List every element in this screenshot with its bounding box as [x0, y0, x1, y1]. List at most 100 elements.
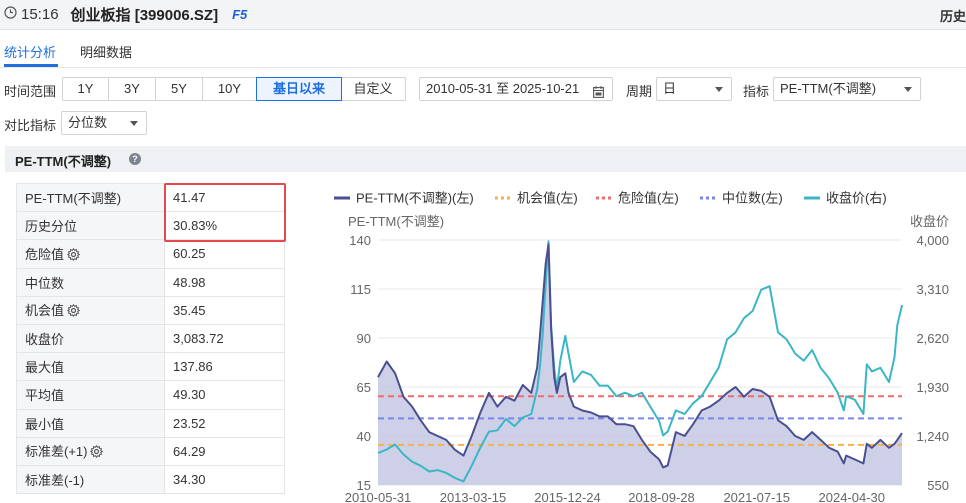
window-header: 15:16 创业板指 [399006.SZ] F5 历史: [0, 0, 966, 30]
y-axis-right-title: 收盘价: [910, 214, 949, 229]
chevron-down-icon: [715, 87, 723, 92]
range-option-3y[interactable]: 3Y: [109, 78, 156, 100]
range-option-5y[interactable]: 5Y: [156, 78, 203, 100]
y-right-tick-label: 1,240: [916, 429, 949, 444]
clock-time: 15:16: [21, 6, 59, 23]
y-right-tick-label: 550: [927, 478, 949, 493]
stat-label-text: 中位数: [25, 275, 65, 291]
x-tick-label: 2010-05-31: [345, 490, 412, 503]
stat-label-text: 收盘价: [25, 332, 65, 348]
stat-label: PE-TTM(不调整): [16, 182, 165, 213]
compare-select[interactable]: 分位数: [61, 111, 147, 135]
tab-statistics[interactable]: 统计分析: [4, 42, 56, 61]
stat-label-text: 标准差(-1): [25, 472, 85, 488]
history-button[interactable]: 历史: [940, 6, 966, 25]
stat-label: 危险值: [16, 239, 165, 269]
compare-row: 对比指标 分位数: [0, 111, 400, 135]
stats-row: 历史分位 30.83%: [16, 211, 285, 241]
stats-row: PE-TTM(不调整) 41.47: [16, 182, 285, 213]
y-left-tick-label: 40: [357, 429, 371, 444]
gear-icon[interactable]: [66, 247, 81, 264]
stat-label: 中位数: [16, 267, 165, 297]
stats-row: 平均值 49.30: [16, 380, 285, 410]
stat-label: 标准差(-1): [16, 464, 165, 495]
stat-label-text: 机会值: [25, 303, 65, 319]
stat-value: 35.45: [164, 295, 285, 325]
legend-label: 危险值(左): [618, 191, 679, 206]
page-title: 创业板指 [399006.SZ]: [70, 7, 219, 24]
y-left-tick-label: 115: [350, 282, 371, 297]
stats-table: PE-TTM(不调整) 41.47 历史分位 30.83% 危险值 60.25 中位数 48.…: [16, 182, 285, 495]
stats-row: 中位数 48.98: [16, 267, 285, 297]
stat-value: 60.25: [164, 239, 285, 269]
stat-label-text: 历史分位: [25, 219, 78, 235]
active-tab-indicator: [4, 64, 58, 67]
period-label: 周期: [626, 84, 653, 99]
stat-label-text: 最大值: [25, 360, 65, 376]
legend-label: 中位数(左): [722, 191, 783, 206]
y-right-tick-label: 1,930: [916, 380, 949, 395]
stats-row: 最小值 23.52: [16, 408, 285, 438]
range-option-1y[interactable]: 1Y: [63, 78, 109, 100]
stats-row: 收盘价 3,083.72: [16, 323, 285, 354]
compare-value: 分位数: [68, 115, 108, 130]
date-range-picker[interactable]: 2010-05-31 至 2025-10-21: [419, 77, 613, 101]
indicator-label: 指标: [743, 84, 770, 99]
legend-label: 收盘价(右): [826, 191, 887, 206]
indicator-select[interactable]: PE-TTM(不调整): [773, 77, 921, 101]
stat-value: 49.30: [164, 380, 285, 410]
stat-label-text: 危险值: [25, 246, 65, 262]
tab-bar: 统计分析 明细数据: [0, 30, 966, 68]
stat-label-text: PE-TTM(不调整): [25, 191, 122, 207]
stat-value: 64.29: [164, 436, 285, 466]
gear-icon[interactable]: [66, 304, 81, 320]
pe-line: [377, 243, 903, 469]
stat-value: 30.83%: [164, 211, 285, 241]
section-header: PE-TTM(不调整) ?: [5, 146, 966, 172]
y-left-tick-label: 140: [349, 233, 371, 248]
date-range-value: 2010-05-31 至 2025-10-21: [426, 81, 580, 96]
period-value: 日: [663, 81, 677, 96]
stat-value: 41.47: [164, 182, 285, 213]
range-option-10y[interactable]: 10Y: [203, 78, 257, 100]
stat-value: 34.30: [164, 464, 285, 495]
compare-label: 对比指标: [4, 118, 57, 133]
indicator-value: PE-TTM(不调整): [780, 81, 877, 96]
stats-row: 标准差(-1) 34.30: [16, 464, 285, 495]
x-tick-label: 2021-07-15: [723, 490, 790, 503]
stats-row: 机会值 35.45: [16, 295, 285, 325]
refresh-hotkey[interactable]: F5: [232, 7, 247, 22]
time-range-selector: 1Y 3Y 5Y 10Y 基日以来 自定义: [62, 77, 406, 101]
pe-chart: PE-TTM(不调整)(左) 机会值(左) 危险值(左) 中位数(左) 收盘价(右) PE…: [334, 191, 949, 503]
range-option-custom[interactable]: 自定义: [341, 78, 405, 100]
range-option-since-base[interactable]: 基日以来: [256, 77, 342, 101]
stat-value: 3,083.72: [164, 323, 285, 354]
y-right-tick-label: 3,310: [916, 282, 949, 297]
chevron-down-icon: [904, 87, 912, 92]
y-left-tick-label: 65: [357, 380, 371, 395]
y-axis-left-title: PE-TTM(不调整): [348, 214, 444, 229]
gear-icon[interactable]: [90, 445, 104, 461]
filter-row: 时间范围 1Y 3Y 5Y 10Y 基日以来 自定义 2010-05-31 至 …: [0, 77, 966, 101]
stats-row: 危险值 60.25: [16, 239, 285, 269]
time-range-label: 时间范围: [4, 84, 57, 99]
stat-label-text: 最小值: [25, 416, 65, 432]
stat-label: 最小值: [16, 408, 165, 438]
tab-details[interactable]: 明细数据: [80, 42, 132, 61]
help-icon[interactable]: ?: [129, 153, 141, 165]
pe-area: [378, 244, 902, 485]
stat-value: 48.98: [164, 267, 285, 297]
stat-label: 标准差(+1): [16, 436, 165, 466]
clock: 15:16: [4, 6, 59, 23]
stats-row: 标准差(+1) 64.29: [16, 436, 285, 466]
stat-label-text: 标准差(+1): [25, 444, 88, 460]
y-left-tick-label: 90: [357, 331, 371, 346]
x-tick-label: 2018-09-28: [628, 490, 695, 503]
calendar-icon: [593, 83, 604, 105]
legend-label: 机会值(左): [517, 191, 578, 206]
stat-label: 机会值: [16, 295, 165, 325]
stat-label-text: 平均值: [25, 388, 65, 404]
period-select[interactable]: 日: [656, 77, 732, 101]
stat-label: 收盘价: [16, 323, 165, 354]
chevron-down-icon: [130, 121, 138, 126]
